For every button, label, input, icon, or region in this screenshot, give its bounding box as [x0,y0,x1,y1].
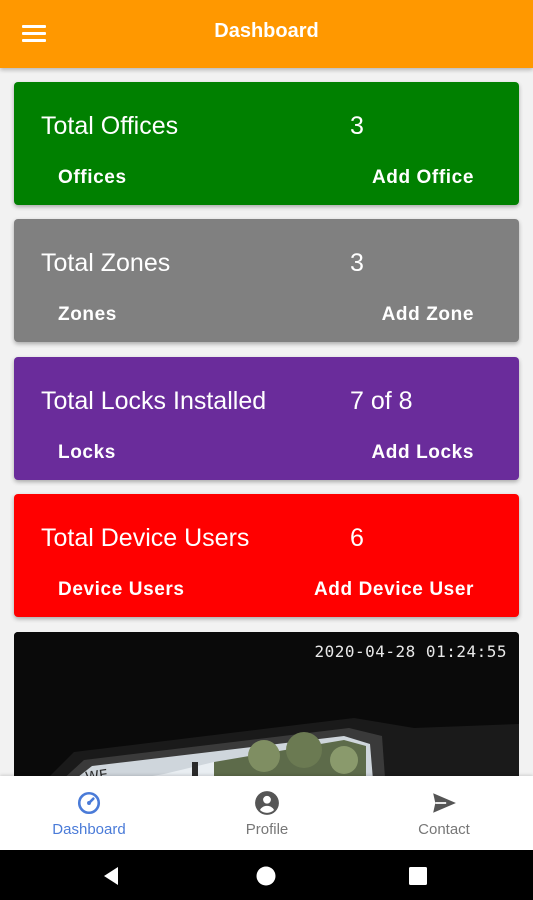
nav-label: Dashboard [52,821,126,838]
system-navigation-bar [0,850,533,900]
card-label: Total Locks Installed [41,387,267,415]
device-users-button[interactable]: Device Users [58,579,185,601]
add-office-button[interactable]: Add Office [372,167,474,189]
dashboard-content: Total Offices 3 Offices Add Office Total… [0,68,533,776]
add-device-user-button[interactable]: Add Device User [314,579,474,601]
nav-dashboard[interactable]: Dashboard [0,776,178,850]
home-icon[interactable] [254,864,278,888]
app-bar: Dashboard [0,0,533,68]
nav-contact[interactable]: Contact [355,776,533,850]
card-label: Total Device Users [41,524,250,552]
nav-profile[interactable]: Profile [178,776,356,850]
account-circle-icon [255,791,279,815]
zones-button[interactable]: Zones [58,304,117,326]
total-locks-card: Total Locks Installed 7 of 8 Locks Add L… [14,357,519,480]
add-zone-button[interactable]: Add Zone [382,304,474,326]
nav-label: Profile [245,821,289,838]
card-value: 3 [350,249,364,277]
page-title: Dashboard [214,20,319,42]
total-device-users-card: Total Device Users 6 Device Users Add De… [14,494,519,617]
add-locks-button[interactable]: Add Locks [371,442,474,464]
card-label: Total Zones [41,249,171,277]
card-value: 7 of 8 [350,387,413,415]
offices-button[interactable]: Offices [58,167,127,189]
total-offices-card: Total Offices 3 Offices Add Office [14,82,519,205]
total-zones-card: Total Zones 3 Zones Add Zone [14,219,519,342]
bottom-navigation: Dashboard Profile Contact [0,776,533,850]
back-icon[interactable] [99,864,123,888]
nav-label: Contact [418,821,470,838]
speedometer-icon [77,791,101,815]
locks-button[interactable]: Locks [58,442,116,464]
card-label: Total Offices [41,112,179,140]
card-value: 3 [350,112,364,140]
camera-feed[interactable]: WE 2020-04-28 01:24:55 [14,632,519,776]
send-icon [433,793,456,813]
card-value: 6 [350,524,364,552]
camera-timestamp: 2020-04-28 01:24:55 [314,642,507,661]
recents-icon[interactable] [406,864,430,888]
